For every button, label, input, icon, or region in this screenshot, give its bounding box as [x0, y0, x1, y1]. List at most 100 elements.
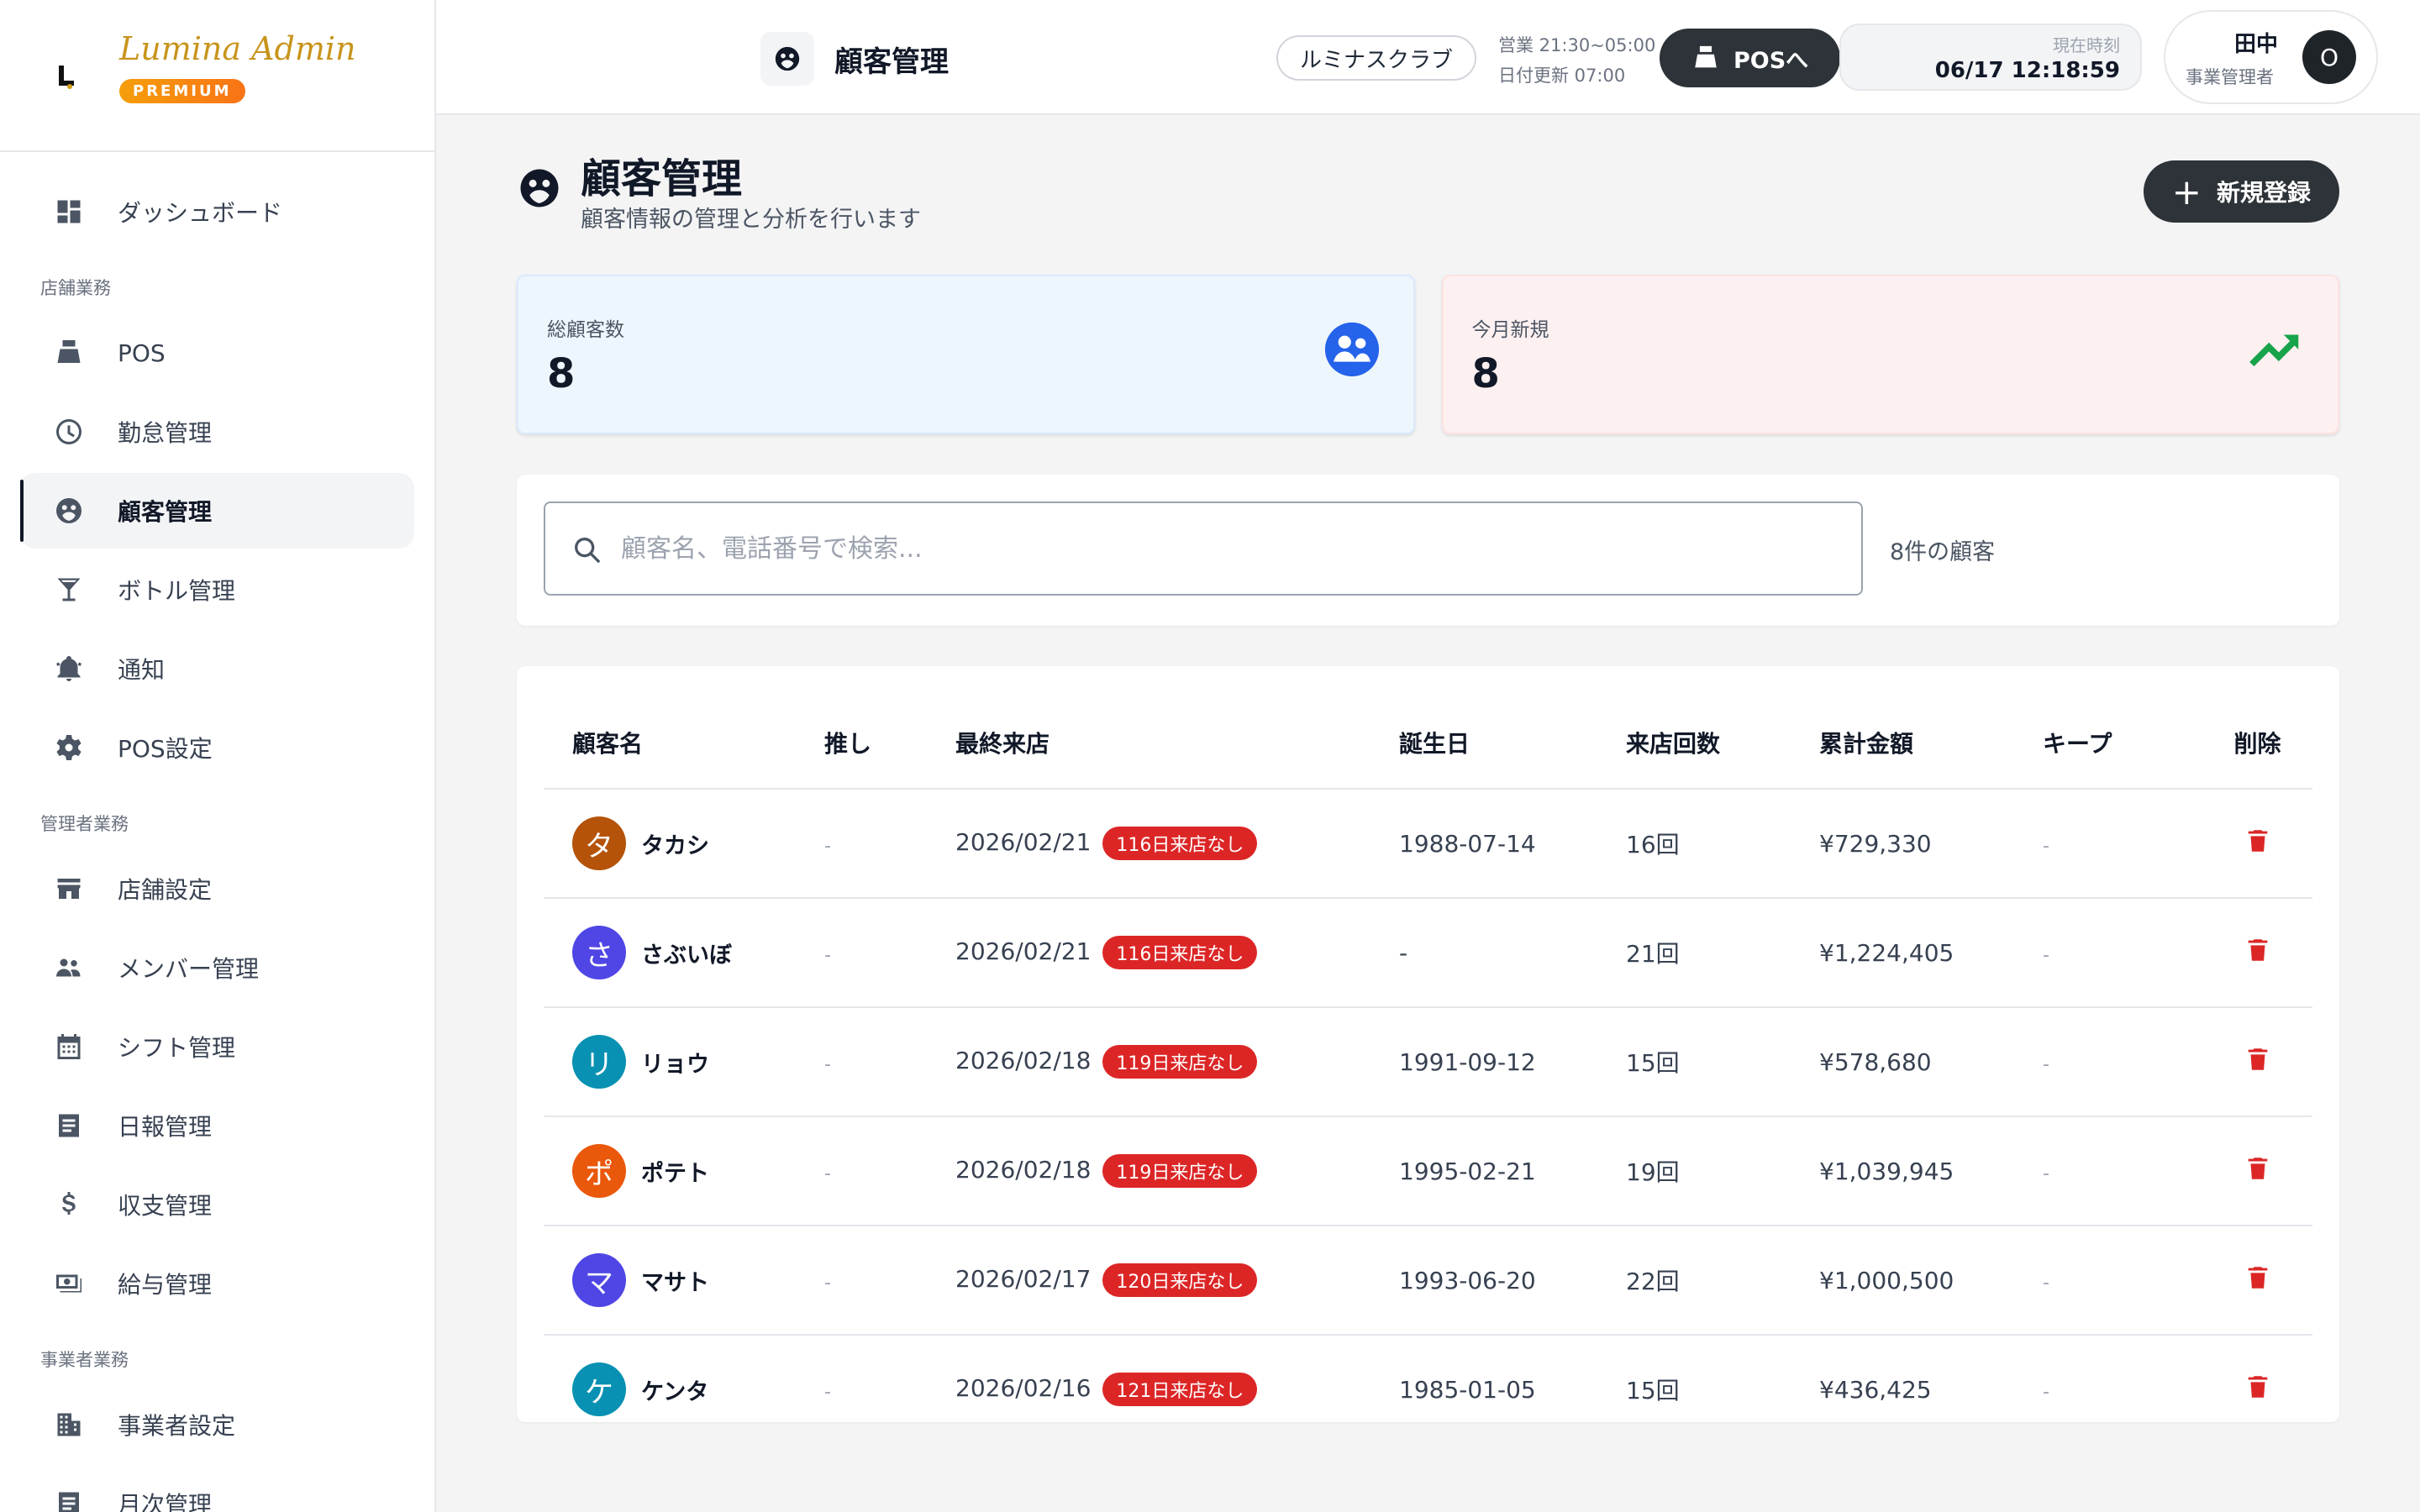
cell-total: ¥578,680	[1819, 1007, 2043, 1117]
sidebar-item-0[interactable]: ダッシュボード	[20, 174, 414, 249]
cell-last-visit: 2026/02/16 121日来店なし	[955, 1335, 1399, 1422]
keep-value: -	[2043, 835, 2049, 857]
sidebar-item-label: 日報管理	[118, 1113, 213, 1141]
trash-icon	[2248, 938, 2267, 961]
sidebar-item-label: ダッシュボード	[118, 199, 283, 227]
nav-section-label: 管理者業務	[40, 814, 129, 834]
sidebar-item-7[interactable]: 店舗設定	[20, 851, 414, 927]
logo-mark	[55, 62, 76, 89]
sidebar-item-label: 事業者設定	[118, 1412, 236, 1440]
premium-badge: PREMIUM	[119, 79, 245, 103]
search-input[interactable]	[621, 503, 1797, 594]
sidebar-item-9[interactable]: シフト管理	[20, 1009, 414, 1084]
trash-icon	[2248, 1157, 2267, 1179]
sidebar-item-10[interactable]: 日報管理	[20, 1088, 414, 1163]
user-menu[interactable]: 田中 事業管理者 O	[2164, 10, 2378, 104]
customer-name[interactable]: ポテト	[641, 1155, 709, 1188]
cell-delete	[2202, 1226, 2312, 1336]
table-row[interactable]: ポポテト -2026/02/18 119日来店なし 1995-02-21 19回 ¥1,0…	[544, 1116, 2312, 1226]
search-card: 8件の顧客	[517, 475, 2339, 626]
cell-total: ¥436,425	[1819, 1335, 2043, 1422]
customer-name[interactable]: リョウ	[641, 1046, 709, 1079]
store-selector[interactable]: ルミナスクラブ	[1276, 35, 1477, 81]
sidebar-item-8[interactable]: メンバー管理	[20, 930, 414, 1005]
sidebar-item-label: 顧客管理	[118, 498, 213, 526]
sidebar-item-3[interactable]: 顧客管理	[20, 473, 414, 549]
customer-name[interactable]: ケンタ	[641, 1373, 708, 1406]
delete-button[interactable]	[2244, 1157, 2272, 1189]
no-visit-badge: 120日来店なし	[1102, 1263, 1258, 1297]
cell-total: ¥1,000,500	[1819, 1226, 2043, 1336]
oshi-value: -	[824, 1272, 831, 1294]
col-visits[interactable]: 来店回数	[1626, 666, 1819, 790]
delete-button[interactable]	[2244, 1266, 2272, 1298]
new-customer-button[interactable]: + 新規登録	[2143, 160, 2339, 223]
cell-name: タタカシ	[544, 789, 824, 899]
new-customer-label: 新規登録	[2216, 179, 2311, 207]
cell-visits: 16回	[1626, 789, 1819, 899]
cell-last-visit: 2026/02/21 116日来店なし	[955, 898, 1399, 1008]
sidebar-item-2[interactable]: 勤怠管理	[20, 394, 414, 470]
sidebar-item-1[interactable]: POS	[20, 315, 414, 391]
sidebar-item-14[interactable]: 月次管理	[20, 1466, 414, 1512]
col-last-visit[interactable]: 最終来店	[955, 666, 1399, 790]
sidebar-nav: ダッシュボード 店舗業務 POS 勤怠管理 顧客管理 ボトル管理 通知 POS設定 管理者業務店…	[0, 152, 434, 1512]
go-pos-button[interactable]: POSへ	[1660, 29, 1841, 87]
sidebar-item-5[interactable]: 通知	[20, 631, 414, 706]
customer-count: 8件の顧客	[1890, 539, 1996, 565]
customer-name[interactable]: マサト	[641, 1264, 709, 1297]
customer-name[interactable]: タカシ	[641, 827, 709, 860]
cell-last-visit: 2026/02/18 119日来店なし	[955, 1116, 1399, 1226]
cell-oshi: -	[824, 789, 955, 899]
cell-last-visit: 2026/02/17 120日来店なし	[955, 1226, 1399, 1336]
table-row[interactable]: ママサト -2026/02/17 120日来店なし 1993-06-20 22回 ¥1,0…	[544, 1226, 2312, 1336]
customer-name[interactable]: さぶいぼ	[641, 937, 732, 969]
oshi-value: -	[824, 944, 831, 966]
table-row[interactable]: ささぶいぼ -2026/02/21 116日来店なし -21回 ¥1,224,405-	[544, 898, 2312, 1008]
cell-oshi: -	[824, 898, 955, 1008]
table-row[interactable]: タタカシ -2026/02/21 116日来店なし 1988-07-14 16回 ¥729…	[544, 789, 2312, 899]
sidebar-item-4[interactable]: ボトル管理	[20, 552, 414, 627]
delete-button[interactable]	[2244, 938, 2272, 970]
group-icon	[1324, 322, 1379, 377]
cell-birthday: 1988-07-14	[1399, 789, 1626, 899]
cell-keep: -	[2043, 1116, 2202, 1226]
table-row[interactable]: ケケンタ -2026/02/16 121日来店なし 1985-01-05 15回 ¥436…	[544, 1335, 2312, 1422]
keep-value: -	[2043, 1272, 2049, 1294]
last-visit-date: 2026/02/21	[955, 937, 1092, 965]
delete-button[interactable]	[2244, 1047, 2272, 1079]
search-box[interactable]	[544, 501, 1863, 596]
avatar: さ	[572, 926, 626, 979]
col-total[interactable]: 累計金額	[1819, 666, 2043, 790]
sidebar-item-12[interactable]: 給与管理	[20, 1246, 414, 1321]
sidebar-item-6[interactable]: POS設定	[20, 710, 414, 785]
trash-icon	[2248, 1266, 2267, 1289]
payroll-icon	[54, 1268, 84, 1299]
topbar: 顧客管理 ルミナスクラブ 営業 21:30~05:00 日付更新 07:00 P…	[436, 0, 2420, 115]
trending-up-icon	[2249, 334, 2299, 367]
cell-delete	[2202, 789, 2312, 899]
cell-birthday: 1985-01-05	[1399, 1335, 1626, 1422]
sidebar-item-11[interactable]: 収支管理	[20, 1167, 414, 1242]
cell-visits: 22回	[1626, 1226, 1819, 1336]
sidebar-item-13[interactable]: 事業者設定	[20, 1387, 414, 1462]
trash-icon	[2248, 829, 2267, 852]
cell-delete	[2202, 1335, 2312, 1422]
main-area: 顧客管理 ルミナスクラブ 営業 21:30~05:00 日付更新 07:00 P…	[436, 0, 2420, 1512]
table-row[interactable]: リリョウ -2026/02/18 119日来店なし 1991-09-12 15回 ¥578…	[544, 1007, 2312, 1117]
report-icon	[54, 1110, 84, 1141]
people-icon	[54, 953, 84, 983]
delete-button[interactable]	[2244, 1375, 2272, 1407]
cell-total: ¥1,224,405	[1819, 898, 2043, 1008]
cell-visits: 19回	[1626, 1116, 1819, 1226]
keep-value: -	[2043, 1163, 2049, 1184]
col-name[interactable]: 顧客名	[544, 666, 824, 790]
cell-birthday: 1991-09-12	[1399, 1007, 1626, 1117]
date-update-text: 日付更新 07:00	[1498, 66, 1626, 86]
cell-name: ポポテト	[544, 1116, 824, 1226]
delete-button[interactable]	[2244, 829, 2272, 861]
building-icon	[54, 1410, 84, 1440]
brand-header[interactable]: Lumina Admin PREMIUM	[0, 0, 434, 152]
cell-keep: -	[2043, 789, 2202, 899]
customers-icon	[760, 32, 814, 86]
